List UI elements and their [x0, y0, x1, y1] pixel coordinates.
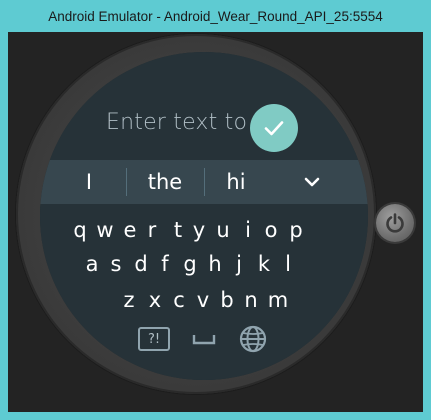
- checkmark-icon: [264, 121, 284, 136]
- emulator-window: Android Emulator - Android_Wear_Round_AP…: [0, 0, 431, 420]
- language-key[interactable]: [236, 322, 270, 356]
- watch-bezel: Enter text to I the hi q w e r t y u i o…: [16, 34, 376, 394]
- key-k[interactable]: k: [253, 250, 275, 278]
- key-s[interactable]: s: [105, 250, 127, 278]
- key-q[interactable]: q: [69, 216, 91, 244]
- symbols-key[interactable]: ?!: [136, 324, 172, 354]
- key-y[interactable]: y: [188, 216, 210, 244]
- watch-screen: Enter text to I the hi q w e r t y u i o…: [40, 52, 368, 380]
- key-e[interactable]: e: [119, 216, 141, 244]
- emulator-client-area: Enter text to I the hi q w e r t y u i o…: [8, 32, 423, 412]
- text-entry-area: [40, 52, 368, 160]
- entry-text[interactable]: Enter text to: [106, 110, 247, 135]
- expand-suggestions-button[interactable]: [298, 168, 326, 196]
- key-j[interactable]: j: [228, 250, 250, 278]
- key-z[interactable]: z: [118, 286, 140, 314]
- key-i[interactable]: i: [237, 216, 259, 244]
- suggestion-2[interactable]: the: [136, 160, 194, 204]
- key-f[interactable]: f: [154, 250, 176, 278]
- suggestion-bar: I the hi: [40, 160, 368, 204]
- key-l[interactable]: l: [277, 250, 299, 278]
- key-a[interactable]: a: [81, 250, 103, 278]
- suggestion-divider: [204, 168, 205, 196]
- confirm-button[interactable]: [250, 104, 298, 152]
- suggestion-1[interactable]: I: [74, 160, 104, 204]
- symbols-key-label: ?!: [138, 327, 170, 351]
- keyboard: q w e r t y u i o p a s d f g h j k l z …: [40, 204, 368, 380]
- key-g[interactable]: g: [179, 250, 201, 278]
- space-key[interactable]: [190, 324, 218, 354]
- suggestion-3[interactable]: hi: [216, 160, 256, 204]
- space-icon: [192, 335, 216, 345]
- key-c[interactable]: c: [168, 286, 190, 314]
- key-x[interactable]: x: [144, 286, 166, 314]
- power-icon: [386, 213, 404, 233]
- power-button[interactable]: [376, 204, 414, 242]
- suggestion-divider: [126, 168, 127, 196]
- window-title: Android Emulator - Android_Wear_Round_AP…: [48, 8, 383, 24]
- chevron-down-icon: [304, 177, 320, 187]
- key-b[interactable]: b: [216, 286, 238, 314]
- key-d[interactable]: d: [130, 250, 152, 278]
- key-r[interactable]: r: [141, 216, 163, 244]
- key-p[interactable]: p: [285, 216, 307, 244]
- key-h[interactable]: h: [204, 250, 226, 278]
- key-t[interactable]: t: [167, 216, 189, 244]
- key-v[interactable]: v: [192, 286, 214, 314]
- key-w[interactable]: w: [94, 216, 116, 244]
- key-m[interactable]: m: [267, 286, 289, 314]
- key-n[interactable]: n: [240, 286, 262, 314]
- globe-icon: [239, 325, 267, 353]
- key-u[interactable]: u: [212, 216, 234, 244]
- key-o[interactable]: o: [260, 216, 282, 244]
